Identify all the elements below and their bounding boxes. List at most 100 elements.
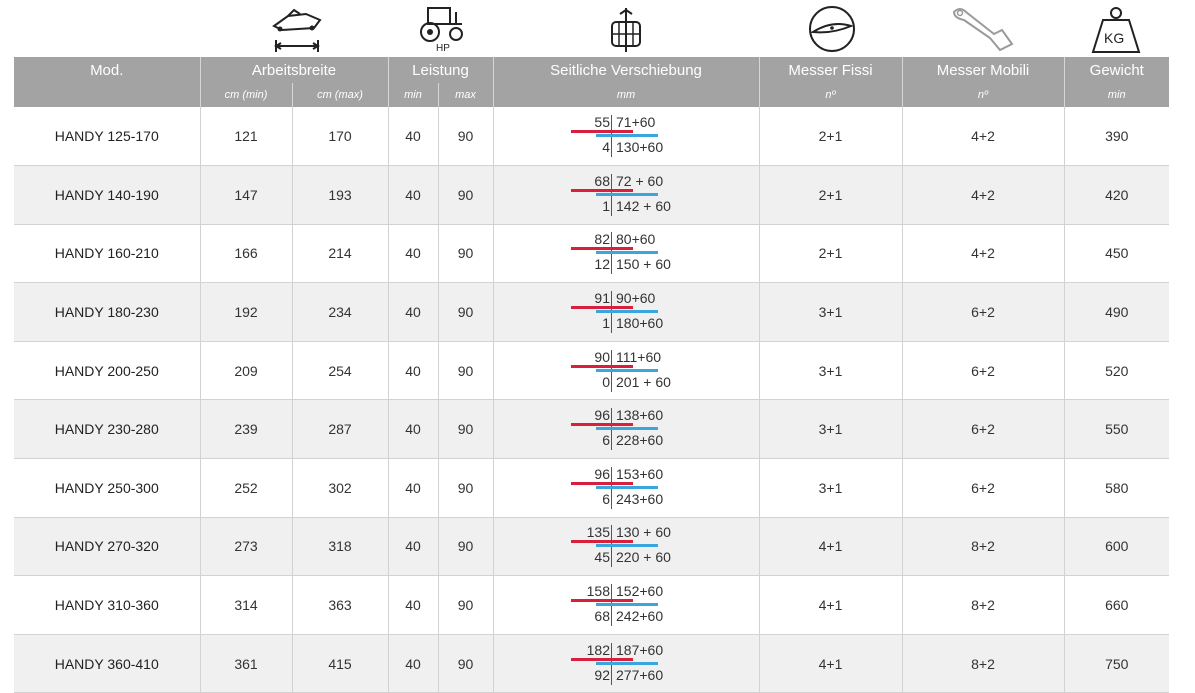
shift-right-top: 187+60 [616, 641, 664, 658]
hp-max-cell: 90 [437, 341, 493, 401]
header-verschiebung: Seitliche Verschiebung [492, 57, 759, 83]
weight-cell: 520 [1063, 341, 1169, 401]
shift-red-bar [571, 364, 633, 368]
table-row: HANDY 180-230 192 234 40 90 91 90+60 1 180+60 3+1… [14, 282, 1169, 342]
header-arbeitsbreite: Arbeitsbreite [199, 57, 388, 83]
subheader-mobili-unit: nº [901, 83, 1064, 107]
shift-cell: 90 111+60 0 201 + 60 [492, 341, 759, 401]
width-max-cell: 254 [291, 341, 388, 401]
shift-diagram: 96 138+60 6 228+60 [556, 405, 676, 453]
hp-min-cell: 40 [387, 575, 438, 635]
width-max-cell: 318 [291, 517, 388, 577]
mower-width-icon [268, 6, 326, 54]
messer-fissi-cell: 3+1 [758, 399, 902, 460]
shift-right-top: 72 + 60 [616, 172, 664, 189]
weight-cell: 450 [1063, 224, 1169, 284]
shift-right-bottom: 243+60 [616, 490, 664, 507]
width-min-cell: 239 [199, 399, 292, 460]
shift-red-bar [571, 540, 633, 544]
hp-max-cell: 90 [437, 458, 493, 518]
subheader-cm-max: cm (max) [291, 83, 388, 107]
hp-min-cell: 40 [387, 107, 438, 167]
shift-cell: 182 187+60 92 277+60 [492, 634, 759, 693]
shift-right-top: 90+60 [616, 290, 656, 307]
shift-right-bottom: 277+60 [616, 666, 664, 683]
width-max-cell: 193 [291, 165, 388, 225]
messer-mobili-cell: 8+2 [901, 575, 1064, 635]
weight-cell: 600 [1063, 517, 1169, 577]
shift-right-top: 153+60 [616, 465, 664, 482]
shift-right-bottom: 150 + 60 [616, 256, 671, 273]
hp-max-cell: 90 [437, 165, 493, 225]
width-min-cell: 314 [199, 575, 292, 635]
messer-fissi-cell: 2+1 [758, 165, 902, 225]
weight-cell: 420 [1063, 165, 1169, 225]
shift-left-bottom: 1 [602, 197, 610, 214]
width-max-cell: 363 [291, 575, 388, 635]
messer-fissi-cell: 2+1 [758, 107, 902, 167]
shift-left-top: 96 [594, 407, 610, 424]
weight-cell: 550 [1063, 399, 1169, 460]
messer-mobili-cell: 6+2 [901, 282, 1064, 342]
hp-min-cell: 40 [387, 517, 438, 577]
shift-right-bottom: 228+60 [616, 432, 664, 449]
shift-cell: 68 72 + 60 1 142 + 60 [492, 165, 759, 225]
shift-left-bottom: 92 [594, 666, 610, 683]
table-row: HANDY 270-320 273 318 40 90 135 130 + 60 45 220 … [14, 517, 1169, 577]
shift-red-bar [571, 130, 633, 134]
shift-left-bottom: 6 [602, 432, 610, 449]
header-gewicht: Gewicht [1063, 57, 1169, 83]
hp-min-cell: 40 [387, 282, 438, 342]
hp-max-cell: 90 [437, 517, 493, 577]
weight-cell: 750 [1063, 634, 1169, 693]
width-max-cell: 170 [291, 107, 388, 167]
width-max-cell: 214 [291, 224, 388, 284]
shift-left-bottom: 12 [594, 256, 610, 273]
width-max-cell: 302 [291, 458, 388, 518]
shift-left-top: 158 [586, 583, 610, 600]
weight-cell: 390 [1063, 107, 1169, 167]
spec-table: Mod. Arbeitsbreite Leistung Seitliche Ve… [14, 57, 1169, 693]
width-max-cell: 234 [291, 282, 388, 342]
icon-row: HP KG [0, 0, 1195, 57]
shift-left-top: 135 [586, 524, 610, 541]
shift-red-bar [571, 599, 633, 603]
width-min-cell: 192 [199, 282, 292, 342]
model-cell: HANDY 230-280 [14, 399, 200, 460]
shift-right-bottom: 180+60 [616, 315, 664, 332]
shift-red-bar [571, 247, 633, 251]
model-cell: HANDY 200-250 [14, 341, 200, 401]
messer-mobili-cell: 4+2 [901, 107, 1064, 167]
messer-fissi-cell: 3+1 [758, 458, 902, 518]
table-row: HANDY 125-170 121 170 40 90 55 71+60 4 130+60 2+1… [14, 107, 1169, 167]
messer-mobili-cell: 6+2 [901, 458, 1064, 518]
shift-blue-bar [596, 192, 658, 196]
model-cell: HANDY 360-410 [14, 634, 200, 693]
shift-diagram: 158 152+60 68 242+60 [556, 581, 676, 629]
messer-mobili-cell: 4+2 [901, 165, 1064, 225]
weight-cell: 580 [1063, 458, 1169, 518]
hp-min-cell: 40 [387, 165, 438, 225]
width-max-cell: 287 [291, 399, 388, 460]
offset-shift-icon [606, 8, 646, 52]
shift-blue-bar [596, 251, 658, 255]
shift-right-bottom: 242+60 [616, 608, 664, 625]
width-min-cell: 166 [199, 224, 292, 284]
shift-red-bar [571, 657, 633, 661]
shift-diagram: 96 153+60 6 243+60 [556, 464, 676, 512]
table-row: HANDY 310-360 314 363 40 90 158 152+60 68 242+60… [14, 575, 1169, 635]
model-cell: HANDY 250-300 [14, 458, 200, 518]
hp-min-cell: 40 [387, 634, 438, 693]
shift-right-top: 130 + 60 [616, 524, 671, 541]
weight-cell: 660 [1063, 575, 1169, 635]
shift-right-bottom: 220 + 60 [616, 549, 671, 566]
table-row: HANDY 140-190 147 193 40 90 68 72 + 60 1 142 + 6… [14, 165, 1169, 225]
shift-left-top: 96 [594, 465, 610, 482]
shift-red-bar [571, 306, 633, 310]
shift-right-top: 152+60 [616, 583, 664, 600]
shift-left-top: 91 [594, 290, 610, 307]
subheader-mm: mm [492, 83, 759, 107]
table-row: HANDY 160-210 166 214 40 90 82 80+60 12 150 + 60… [14, 224, 1169, 284]
width-min-cell: 252 [199, 458, 292, 518]
shift-blue-bar [596, 427, 658, 431]
